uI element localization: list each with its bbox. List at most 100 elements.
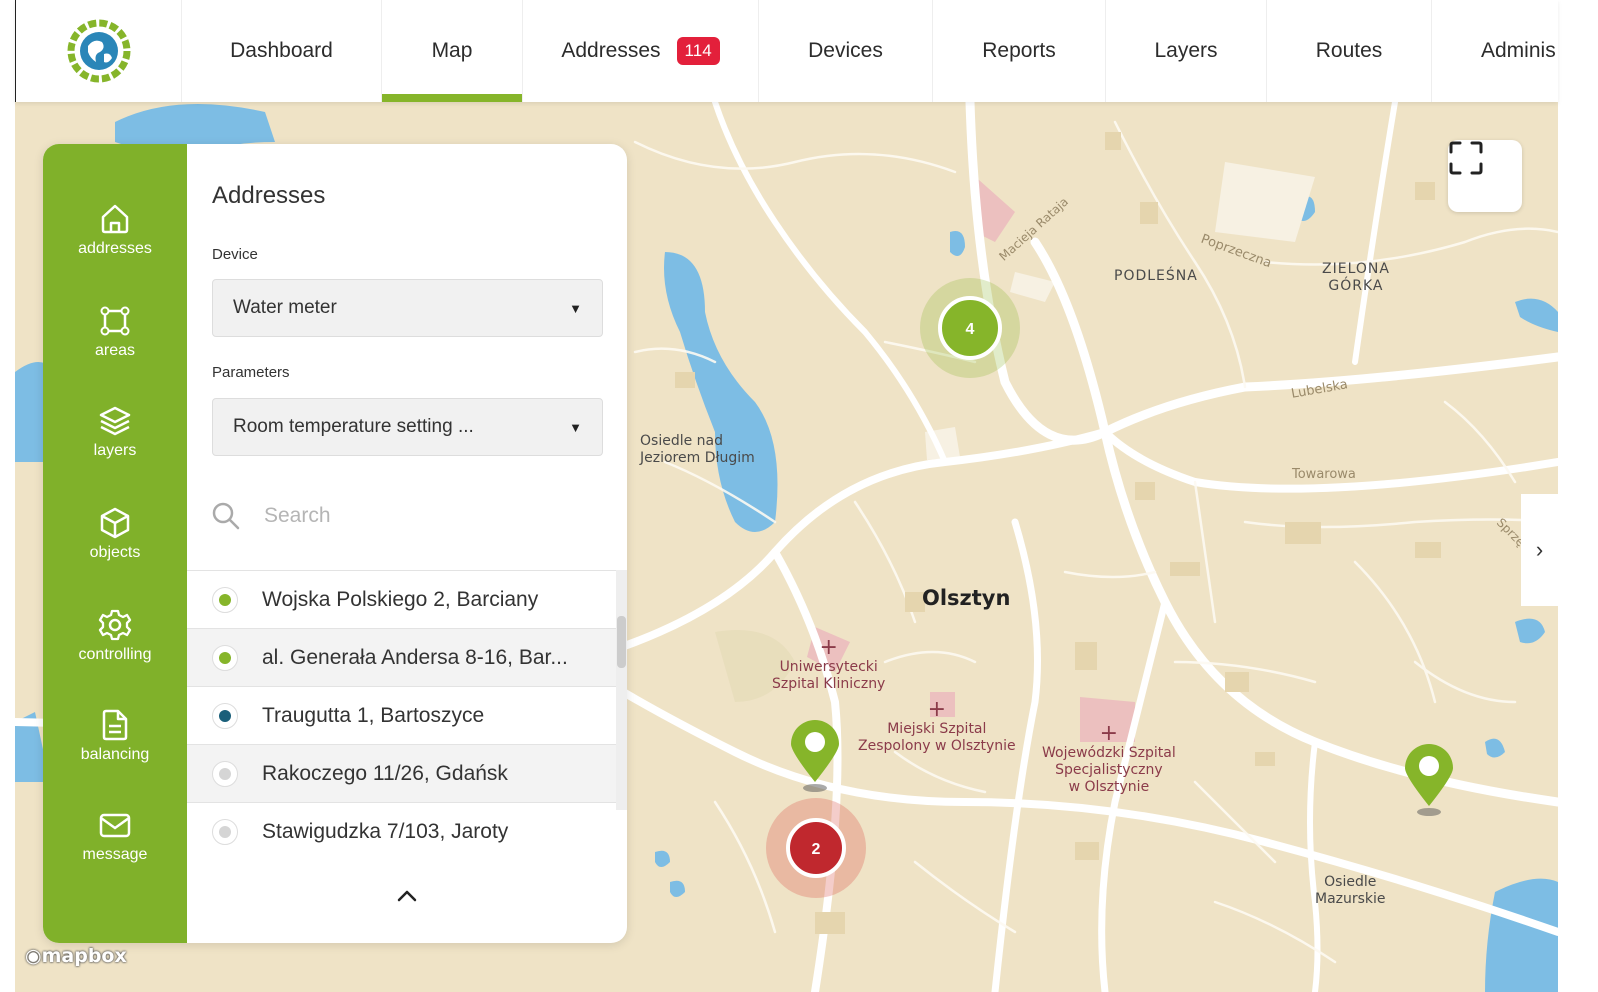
panel-title: Addresses	[212, 182, 326, 209]
map-label-zielona-line-2: GÓRKA	[1328, 277, 1384, 294]
status-radio[interactable]	[212, 702, 238, 729]
search-icon	[212, 502, 240, 530]
status-radio[interactable]	[212, 586, 238, 613]
status-dot	[219, 709, 231, 722]
nav-map[interactable]: Map	[381, 0, 522, 102]
cluster-marker-red[interactable]: 2	[766, 798, 866, 898]
map-label-towarowa: Towarowa	[1292, 467, 1356, 482]
sidebar-item-objects[interactable]: objects	[43, 506, 187, 562]
nav-reports[interactable]: Reports	[932, 0, 1105, 102]
address-list: Wojska Polskiego 2, Barciany al. Generał…	[187, 570, 616, 861]
area-icon	[100, 306, 130, 336]
map-label-podlesna: PODLEŚNA	[1114, 268, 1198, 284]
sidebar-item-addresses[interactable]: addresses	[43, 202, 187, 258]
search-box	[212, 496, 603, 536]
status-radio[interactable]	[212, 644, 238, 671]
address-row[interactable]: al. Generała Andersa 8-16, Bar...	[187, 629, 616, 687]
sidebar-label-objects: objects	[89, 544, 141, 561]
cluster-marker-green[interactable]: 4	[920, 278, 1020, 378]
sidebar-item-balancing[interactable]: balancing	[43, 708, 187, 764]
status-dot	[219, 826, 231, 838]
status-dot	[219, 651, 231, 664]
fullscreen-button[interactable]	[1448, 140, 1522, 212]
status-radio[interactable]	[212, 819, 238, 845]
list-scrollbar[interactable]	[616, 570, 627, 810]
nav-administration[interactable]: Adminis	[1431, 0, 1558, 102]
address-row[interactable]: Stawigudzka 7/103, Jaroty	[187, 803, 616, 861]
map-label-osiedle-nad-line-1: Osiedle nad	[640, 433, 723, 449]
search-input[interactable]	[264, 504, 564, 528]
map-label-miejski-line-2: Zespolony w Olsztynie	[858, 737, 1016, 754]
nav-routes[interactable]: Routes	[1266, 0, 1431, 102]
map-label-zielona-gorka: ZIELONA GÓRKA	[1322, 261, 1390, 295]
sidebar-item-message[interactable]: message	[43, 808, 187, 864]
top-navigation: Dashboard Map Addresses 114 Devices Repor…	[15, 0, 1558, 102]
layers-icon	[99, 406, 131, 436]
cube-icon	[100, 507, 130, 539]
address-row[interactable]: Wojska Polskiego 2, Barciany	[187, 571, 616, 629]
status-radio[interactable]	[212, 760, 238, 787]
status-dot	[219, 593, 231, 606]
addresses-count-badge: 114	[676, 37, 720, 65]
collapse-panel-button[interactable]	[187, 884, 627, 910]
nav-dashboard[interactable]: Dashboard	[181, 0, 381, 102]
document-icon	[102, 709, 128, 741]
addresses-panel: addresses areas layers objects controlli…	[43, 144, 627, 943]
address-row[interactable]: Traugutta 1, Bartoszyce	[187, 687, 616, 745]
nav-devices[interactable]: Devices	[758, 0, 932, 102]
parameters-select-value: Room temperature setting ...	[233, 416, 474, 437]
map-label-zielona-line-1: ZIELONA	[1322, 261, 1390, 277]
map-label-uniwersytecki-line-1: Uniwersytecki	[779, 659, 878, 675]
map-label-olsztyn: Olsztyn	[922, 586, 1011, 610]
nav-layers[interactable]: Layers	[1105, 0, 1266, 102]
device-select[interactable]: Water meter ▼	[212, 279, 603, 337]
parameters-label: Parameters	[212, 364, 290, 381]
hospital-cross-icon: +	[819, 635, 838, 660]
cluster-count: 4	[966, 321, 975, 338]
address-row[interactable]: Rakoczego 11/26, Gdańsk	[187, 745, 616, 803]
address-text: al. Generała Andersa 8-16, Bar...	[262, 645, 568, 669]
hospital-cross-icon: +	[927, 697, 947, 722]
map-label-wojewodzki-szpital: + Wojewódzki Szpital Specjalistyczny w Olsz…	[1042, 723, 1176, 795]
map-label-uniwersytecki-line-2: Szpital Kliniczny	[772, 675, 886, 692]
gear-icon	[98, 609, 132, 641]
address-text: Traugutta 1, Bartoszyce	[262, 703, 485, 727]
address-text: Stawigudzka 7/103, Jaroty	[262, 820, 509, 843]
scrollbar-thumb[interactable]	[617, 616, 626, 668]
map-label-mazurskie-line-2: Mazurskie	[1315, 890, 1386, 907]
map-label-wojewodzki-line-1: Wojewódzki Szpital	[1042, 745, 1176, 761]
nav-routes-label: Routes	[1315, 39, 1383, 62]
map-label-wojewodzki-line-3: w Olsztynie	[1068, 778, 1150, 795]
home-icon	[101, 204, 129, 234]
cluster-count: 2	[812, 841, 821, 858]
mail-icon	[99, 813, 131, 838]
mapbox-logo[interactable]: ◉mapbox	[25, 945, 127, 967]
nav-map-label: Map	[431, 39, 473, 62]
sidebar-item-layers[interactable]: layers	[43, 404, 187, 460]
map-label-osiedle-nad-line-2: Jeziorem Długim	[640, 449, 755, 466]
globe-logo-icon	[67, 19, 130, 83]
fullscreen-icon	[1449, 141, 1483, 175]
map-label-miejski-szpital: + Miejski Szpital Zespolony w Olsztynie	[858, 699, 1016, 755]
map-label-wojewodzki-line-2: Specjalistyczny	[1055, 761, 1163, 778]
chevron-right-icon: ›	[1535, 537, 1544, 562]
hospital-cross-icon: +	[1099, 721, 1119, 746]
right-panel-toggle[interactable]: ›	[1521, 494, 1558, 606]
nav-dashboard-label: Dashboard	[230, 39, 333, 62]
status-dot	[219, 767, 231, 780]
sidebar-item-controlling[interactable]: controlling	[43, 608, 187, 664]
sidebar-label-controlling: controlling	[78, 646, 152, 663]
logo[interactable]	[16, 0, 181, 102]
nav-addresses[interactable]: Addresses 114	[522, 0, 758, 102]
map-label-mazurskie-line-1: Osiedle	[1324, 874, 1377, 890]
address-text: Wojska Polskiego 2, Barciany	[262, 587, 539, 611]
sidebar-label-addresses: addresses	[78, 240, 152, 257]
caret-down-icon: ▼	[569, 419, 582, 435]
map-label-miejski-line-1: Miejski Szpital	[887, 721, 987, 737]
nav-reports-label: Reports	[982, 39, 1056, 62]
map-label-osiedle-nad: Osiedle nad Jeziorem Długim	[640, 433, 755, 467]
caret-down-icon: ▼	[569, 300, 582, 316]
sidebar-item-areas[interactable]: areas	[43, 304, 187, 360]
sidebar-label-message: message	[82, 846, 148, 863]
parameters-select[interactable]: Room temperature setting ... ▼	[212, 398, 603, 456]
